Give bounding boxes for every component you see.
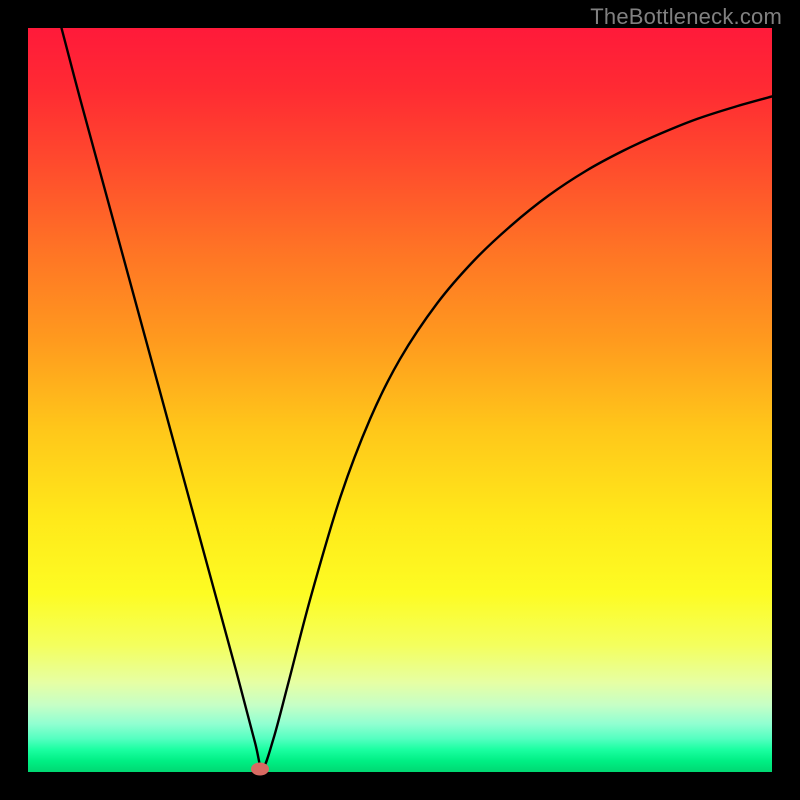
minimum-marker: [251, 763, 269, 776]
bottleneck-curve: [28, 28, 772, 772]
chart-plot-area: [28, 28, 772, 772]
watermark-text: TheBottleneck.com: [590, 4, 782, 30]
